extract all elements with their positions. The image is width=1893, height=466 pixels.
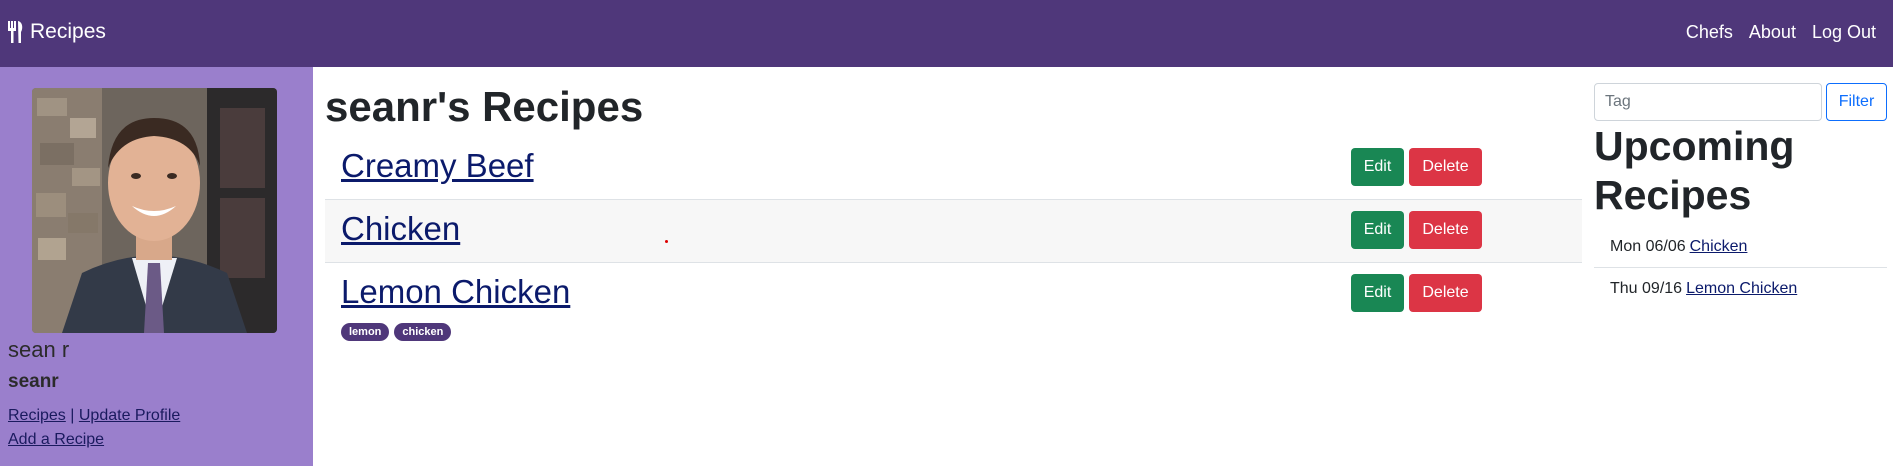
- link-recipes[interactable]: Recipes: [8, 407, 66, 424]
- avatar: [32, 88, 277, 333]
- right-panel: Filter Upcoming Recipes Mon 06/06 Chicke…: [1593, 82, 1887, 466]
- upcoming-item: Thu 09/16 Lemon Chicken: [1594, 268, 1887, 309]
- nav-about[interactable]: About: [1749, 22, 1796, 43]
- delete-button[interactable]: Delete: [1409, 274, 1482, 312]
- recipe-title-link[interactable]: Creamy Beef: [341, 147, 534, 185]
- recipe-title-link[interactable]: Lemon Chicken: [341, 273, 570, 311]
- link-separator: |: [70, 407, 75, 424]
- link-add-recipe[interactable]: Add a Recipe: [8, 431, 104, 448]
- main-content: seanr's Recipes Creamy Beef Edit Delete …: [313, 67, 1582, 466]
- profile-username: seanr: [8, 371, 59, 392]
- tag-filter-input[interactable]: [1594, 83, 1822, 121]
- tag-list: lemon chicken: [341, 323, 452, 341]
- edit-button[interactable]: Edit: [1351, 148, 1404, 186]
- nav-logout[interactable]: Log Out: [1812, 22, 1876, 43]
- cursor-dot: [665, 240, 668, 243]
- recipe-row: Chicken Edit Delete: [325, 200, 1582, 263]
- nav-links: Chefs About Log Out: [1686, 22, 1876, 43]
- delete-button[interactable]: Delete: [1409, 211, 1482, 249]
- brand-label: Recipes: [30, 20, 106, 43]
- profile-full-name: sean r: [8, 337, 70, 362]
- edit-button[interactable]: Edit: [1351, 274, 1404, 312]
- upcoming-recipe-link[interactable]: Chicken: [1690, 238, 1748, 256]
- profile-photo: [32, 88, 277, 333]
- link-update-profile[interactable]: Update Profile: [79, 407, 180, 424]
- upcoming-list: Mon 06/06 Chicken Thu 09/16 Lemon Chicke…: [1594, 227, 1887, 309]
- delete-button[interactable]: Delete: [1409, 148, 1482, 186]
- upcoming-date: Thu 09/16: [1610, 279, 1683, 297]
- brand-link[interactable]: Recipes: [7, 20, 106, 44]
- fork-knife-icon: [8, 21, 23, 43]
- recipe-row: Creamy Beef Edit Delete: [325, 137, 1582, 200]
- upcoming-recipe-link[interactable]: Lemon Chicken: [1686, 280, 1797, 298]
- upcoming-date: Mon 06/06: [1610, 238, 1686, 255]
- profile-links: Recipes | Update Profile Add a Recipe: [8, 404, 180, 452]
- navbar: Recipes Chefs About Log Out: [0, 0, 1893, 67]
- page-title: seanr's Recipes: [325, 83, 644, 130]
- tag-badge[interactable]: chicken: [394, 323, 452, 341]
- profile-sidebar: sean r seanr Recipes | Update Profile Ad…: [0, 67, 313, 466]
- recipe-row: Lemon Chicken Edit Delete lemon chicken: [325, 263, 1582, 347]
- nav-chefs[interactable]: Chefs: [1686, 22, 1733, 43]
- filter-button[interactable]: Filter: [1826, 83, 1887, 121]
- recipe-title-link[interactable]: Chicken: [341, 210, 460, 248]
- recipe-list: Creamy Beef Edit Delete Chicken Edit Del…: [325, 137, 1582, 347]
- upcoming-title: Upcoming Recipes: [1594, 123, 1795, 218]
- edit-button[interactable]: Edit: [1351, 211, 1404, 249]
- upcoming-item: Mon 06/06 Chicken: [1594, 227, 1887, 268]
- tag-badge[interactable]: lemon: [341, 323, 390, 341]
